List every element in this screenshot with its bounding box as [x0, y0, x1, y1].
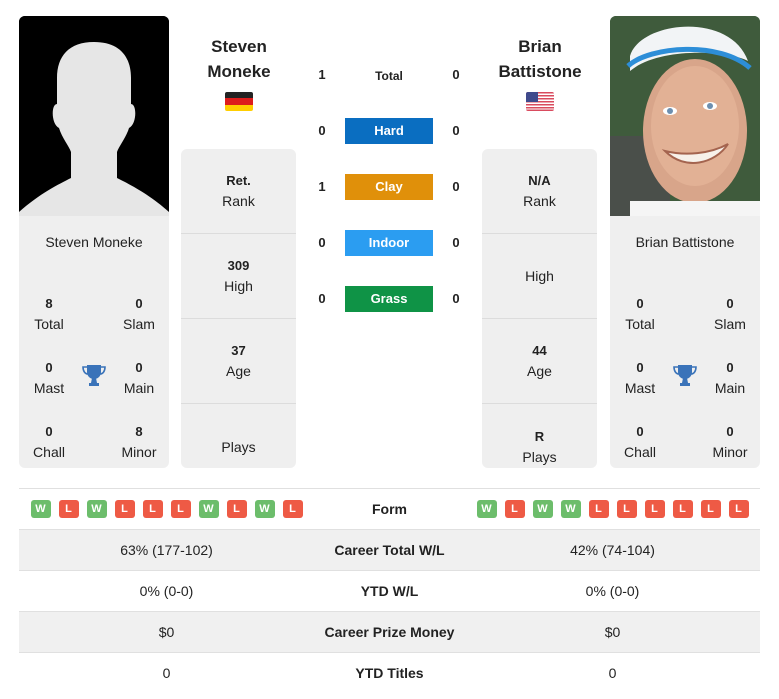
player2-info-panel: N/A Rank High 44 Age R Plays	[482, 149, 597, 468]
table-row: 0% (0-0) YTD W/L 0% (0-0)	[19, 570, 760, 611]
form-loss-badge[interactable]: L	[728, 500, 749, 518]
trophy-icon	[672, 362, 698, 388]
player1-info-panel: Ret. Rank 309 High 37 Age Plays	[181, 149, 296, 468]
player2-titles-card: Brian Battistone 0 Total 0 Slam 0 Mast 0 Mai…	[610, 216, 760, 468]
surface-indoor-badge[interactable]: Indoor	[345, 230, 433, 256]
form-loss-badge[interactable]: L	[588, 500, 609, 518]
table-row: $0 Career Prize Money $0	[19, 611, 760, 652]
surface-hard-badge[interactable]: Hard	[345, 118, 433, 144]
player1-name: Steven Moneke	[45, 234, 143, 250]
form-loss-badge[interactable]: L	[700, 500, 721, 518]
player1-total-titles: 8 Total	[34, 296, 64, 332]
player1-main-titles: 0 Main	[123, 360, 155, 396]
h2h-grass-row: 0 Grass 0	[310, 284, 470, 314]
form-win-badge[interactable]: W	[532, 500, 553, 518]
trophy-icon	[81, 362, 107, 388]
player2-stat-value: 0% (0-0)	[585, 583, 640, 599]
surface-grass-badge[interactable]: Grass	[345, 286, 433, 312]
silhouette-icon	[19, 16, 169, 216]
form-loss-badge[interactable]: L	[644, 500, 665, 518]
stat-label: Career Total W/L	[334, 542, 445, 558]
form-row: WLWLLLWLWL Form WLWWLLLLLL	[19, 488, 760, 529]
player2-total-titles: 0 Total	[625, 296, 655, 332]
player1-stat-value: 63% (177-102)	[120, 542, 213, 558]
usa-flag-icon	[526, 92, 554, 111]
surface-clay-badge[interactable]: Clay	[345, 174, 433, 200]
player2-main-titles: 0 Main	[714, 360, 746, 396]
player2-rank: N/A Rank	[482, 149, 597, 234]
player1-stat-value: 0	[162, 665, 171, 681]
player1-plays: Plays	[221, 438, 256, 455]
player2-stat-value: 0	[608, 665, 617, 681]
form-win-badge[interactable]: W	[198, 500, 219, 518]
player1-mast-titles: 0 Mast	[33, 360, 65, 396]
player2-minor-titles: 0 Minor	[712, 424, 748, 460]
player1-photo	[19, 16, 169, 216]
player2-stat-value: 42% (74-104)	[570, 542, 655, 558]
player2-age: 44 Age	[482, 319, 597, 404]
player2-mast-titles: 0 Mast	[624, 360, 656, 396]
form-win-badge[interactable]: W	[30, 500, 51, 518]
stat-label: YTD W/L	[360, 583, 419, 599]
player2-form: WLWWLLLLLL	[465, 500, 760, 518]
player1-stat-value: 0% (0-0)	[139, 583, 194, 599]
table-row: 63% (177-102) Career Total W/L 42% (74-1…	[19, 529, 760, 570]
player1-chall-titles: 0 Chall	[33, 424, 65, 460]
table-row: 0 YTD Titles 0	[19, 652, 760, 693]
player1-heading[interactable]: Steven Moneke	[179, 34, 299, 84]
player2-photo	[610, 16, 760, 216]
player2-stat-value: $0	[604, 624, 621, 640]
player2-name: Brian Battistone	[635, 234, 735, 250]
h2h-clay-row: 1 Clay 0	[310, 172, 470, 202]
germany-flag-icon	[225, 92, 253, 111]
h2h-p2-value: 0	[452, 291, 460, 306]
player1-rank: Ret. Rank	[181, 149, 296, 234]
stat-label: YTD Titles	[355, 665, 424, 681]
h2h-p1-value: 1	[318, 179, 326, 194]
player2-high: High	[482, 234, 597, 319]
player2-heading[interactable]: Brian Battistone	[480, 34, 600, 84]
h2h-p1-value: 0	[318, 291, 326, 306]
form-win-badge[interactable]: W	[254, 500, 275, 518]
h2h-p1-value: 0	[318, 123, 326, 138]
player2-chall-titles: 0 Chall	[624, 424, 656, 460]
h2h-indoor-row: 0 Indoor 0	[310, 228, 470, 258]
form-loss-badge[interactable]: L	[504, 500, 525, 518]
player-portrait-icon	[610, 16, 760, 216]
comparison-table: WLWLLLWLWL Form WLWWLLLLLL 63% (177-102)…	[19, 488, 760, 693]
player1-high: 309 High	[181, 234, 296, 319]
player1-slam-titles: 0 Slam	[123, 296, 155, 332]
form-win-badge[interactable]: W	[560, 500, 581, 518]
h2h-p2-value: 0	[452, 235, 460, 250]
form-loss-badge[interactable]: L	[226, 500, 247, 518]
h2h-p2-value: 0	[452, 179, 460, 194]
stat-label: Form	[372, 501, 407, 517]
form-loss-badge[interactable]: L	[282, 500, 303, 518]
player1-titles-card: Steven Moneke 8 Total 0 Slam 0 Mast 0 Main 0…	[19, 216, 169, 468]
stat-label: Career Prize Money	[324, 624, 455, 640]
h2h-p2-value: 0	[452, 67, 460, 82]
player2-plays: R Plays	[522, 428, 557, 465]
h2h-p1-value: 1	[318, 67, 326, 82]
player1-form: WLWLLLWLWL	[19, 500, 314, 518]
h2h-p1-value: 0	[318, 235, 326, 250]
form-loss-badge[interactable]: L	[142, 500, 163, 518]
player2-slam-titles: 0 Slam	[714, 296, 746, 332]
h2h-label: Total	[375, 69, 403, 83]
form-win-badge[interactable]: W	[476, 500, 497, 518]
player1-minor-titles: 8 Minor	[121, 424, 157, 460]
form-loss-badge[interactable]: L	[672, 500, 693, 518]
form-loss-badge[interactable]: L	[58, 500, 79, 518]
h2h-total-row: 1 Total 0	[310, 60, 470, 90]
player1-stat-value: $0	[158, 624, 175, 640]
form-loss-badge[interactable]: L	[114, 500, 135, 518]
player1-age: 37 Age	[181, 319, 296, 404]
form-loss-badge[interactable]: L	[616, 500, 637, 518]
h2h-p2-value: 0	[452, 123, 460, 138]
h2h-hard-row: 0 Hard 0	[310, 116, 470, 146]
form-win-badge[interactable]: W	[86, 500, 107, 518]
form-loss-badge[interactable]: L	[170, 500, 191, 518]
